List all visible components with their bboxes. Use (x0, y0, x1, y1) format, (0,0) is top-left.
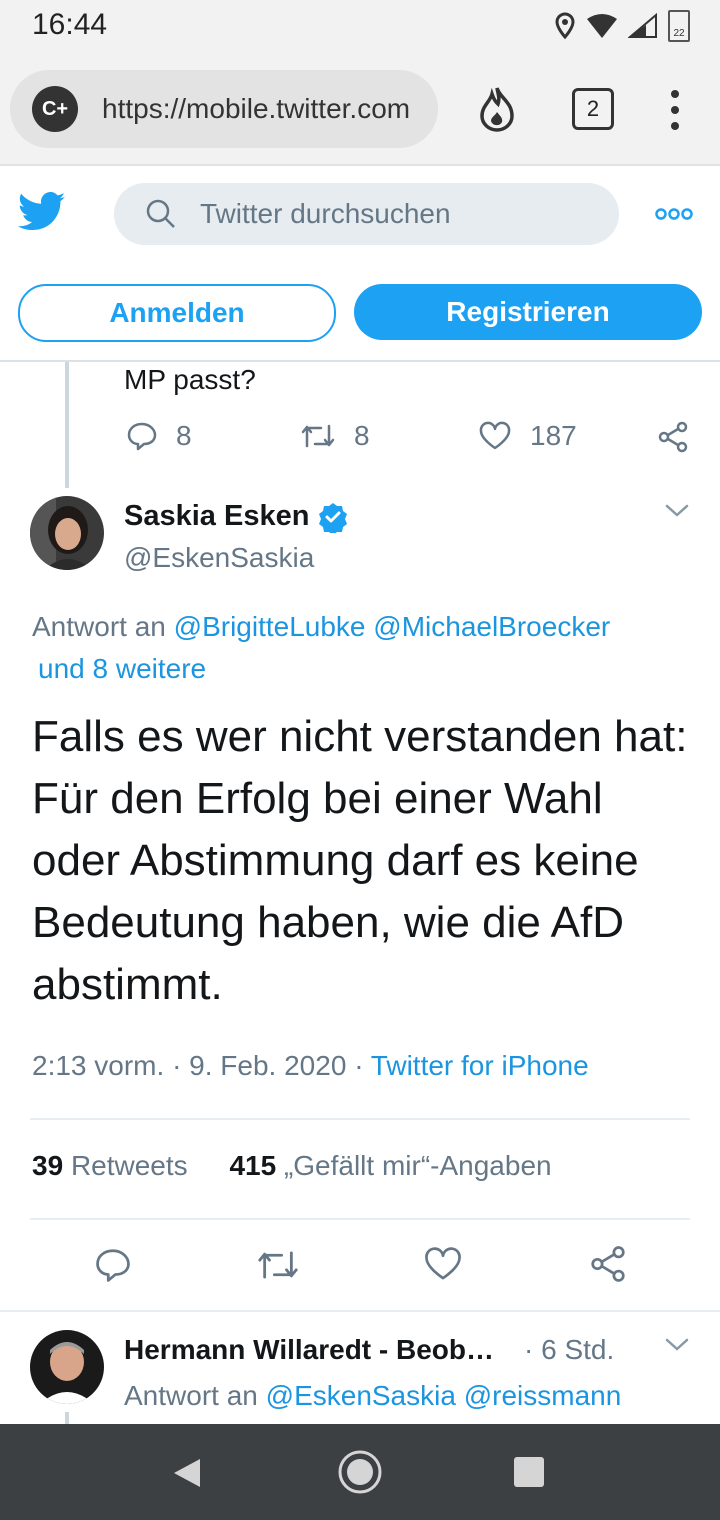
search-input[interactable]: Twitter durchsuchen (200, 198, 451, 230)
browser-toolbar: C+ https://mobile.twitter.com 2 (0, 52, 720, 166)
reply-count: 8 (176, 420, 192, 451)
thread-line (65, 1412, 69, 1424)
retweet-count: 8 (354, 420, 370, 451)
retweet-label: Retweets (70, 1150, 188, 1181)
header-divider (0, 360, 720, 362)
reply-time[interactable]: · 6 Std. (524, 1334, 614, 1366)
status-icons: 22 (554, 10, 690, 42)
like-icon[interactable] (423, 1246, 463, 1282)
url-text[interactable]: https://mobile.twitter.com (102, 93, 412, 125)
signal-icon (628, 13, 657, 38)
likes-stat[interactable]: 415 „Gefällt mir“-Angaben (229, 1150, 551, 1181)
author-handle[interactable]: @EskenSaskia (124, 542, 314, 574)
reply-more-link[interactable]: und 8 weitere (38, 653, 206, 684)
nav-home-icon[interactable] (336, 1448, 384, 1496)
retweet-total: 39 (32, 1150, 64, 1181)
chevron-down-icon[interactable] (664, 1336, 690, 1354)
author-name[interactable]: Saskia Esken (124, 500, 349, 533)
tabs-icon[interactable]: 2 (572, 88, 614, 130)
retweet-icon (301, 424, 335, 448)
tweet-date[interactable]: 9. Feb. 2020 (189, 1050, 346, 1081)
like-icon (479, 421, 511, 450)
chevron-down-icon[interactable] (664, 502, 690, 520)
tweet-meta: 2:13 vorm. · 9. Feb. 2020 · Twitter for … (32, 1050, 589, 1082)
signup-button[interactable]: Registrieren (354, 284, 702, 340)
share-icon (658, 421, 688, 453)
tweet-stats: 39 Retweets 415 „Gefällt mir“-Angaben (32, 1150, 552, 1182)
avatar[interactable] (30, 1330, 104, 1404)
status-bar: 16:44 22 (0, 0, 720, 52)
twitter-bird-icon[interactable] (18, 192, 66, 232)
reply-icon[interactable] (94, 1246, 132, 1284)
search-icon (146, 199, 175, 228)
like-label: „Gefällt mir“-Angaben (283, 1150, 552, 1181)
more-icon[interactable] (655, 207, 693, 221)
like-count: 187 (530, 420, 577, 451)
like-total: 415 (229, 1150, 277, 1181)
reply-context: Antwort an @BrigitteLubke @MichaelBroeck… (32, 606, 702, 690)
tab-count: 2 (586, 96, 600, 121)
battery-icon: 22 (668, 10, 690, 42)
nav-back-icon[interactable] (170, 1456, 204, 1490)
previous-tweet-actions: 8 8 187 (124, 420, 694, 460)
reply-mentions-link[interactable]: @BrigitteLubke @MichaelBroecker (174, 611, 611, 642)
search-box[interactable]: Twitter durchsuchen (114, 183, 619, 245)
divider (30, 1118, 690, 1120)
tweet-time[interactable]: 2:13 vorm. (32, 1050, 164, 1081)
reply-context: Antwort an @EskenSaskia @reissmann (124, 1380, 621, 1412)
meta-separator: · (172, 1050, 182, 1081)
reply-prefix: Antwort an (124, 1380, 258, 1411)
retweet-icon[interactable] (256, 1248, 300, 1282)
system-nav-bar (0, 1424, 720, 1520)
reply-mentions-link[interactable]: @EskenSaskia @reissmann (266, 1380, 622, 1411)
meta-separator: · (354, 1050, 364, 1081)
address-bar[interactable]: C+ https://mobile.twitter.com (10, 70, 438, 148)
retweets-stat[interactable]: 39 Retweets (32, 1150, 188, 1181)
previous-tweet-text: MP passt? (124, 364, 256, 395)
nav-recents-icon[interactable] (514, 1457, 544, 1487)
browser-logo-icon[interactable]: C+ (32, 86, 78, 132)
share-icon[interactable] (588, 1244, 628, 1284)
reply-button[interactable]: 8 (126, 420, 192, 452)
tweet-source-link[interactable]: Twitter for iPhone (371, 1050, 589, 1081)
reply-icon (127, 422, 157, 451)
reply-author-name[interactable]: Hermann Willaredt - Beobachter (124, 1334, 509, 1366)
author-name-text[interactable]: Saskia Esken (124, 500, 309, 533)
divider (30, 1218, 690, 1220)
thread-line (65, 362, 69, 488)
overflow-menu-icon[interactable] (668, 90, 682, 130)
reply-prefix: Antwort an (32, 611, 166, 642)
flame-icon[interactable] (478, 86, 516, 132)
divider (0, 1310, 720, 1312)
share-button[interactable] (656, 420, 690, 454)
avatar[interactable] (30, 496, 104, 570)
tweet-text: Falls es wer nicht verstanden hat: Für d… (32, 712, 688, 1009)
retweet-button[interactable]: 8 (300, 420, 370, 452)
battery-level: 22 (673, 28, 685, 39)
login-button[interactable]: Anmelden (18, 284, 336, 342)
status-time: 16:44 (32, 8, 108, 41)
like-button[interactable]: 187 (478, 420, 577, 452)
verified-icon (319, 502, 348, 533)
location-icon (555, 12, 575, 40)
wifi-icon (587, 14, 617, 38)
